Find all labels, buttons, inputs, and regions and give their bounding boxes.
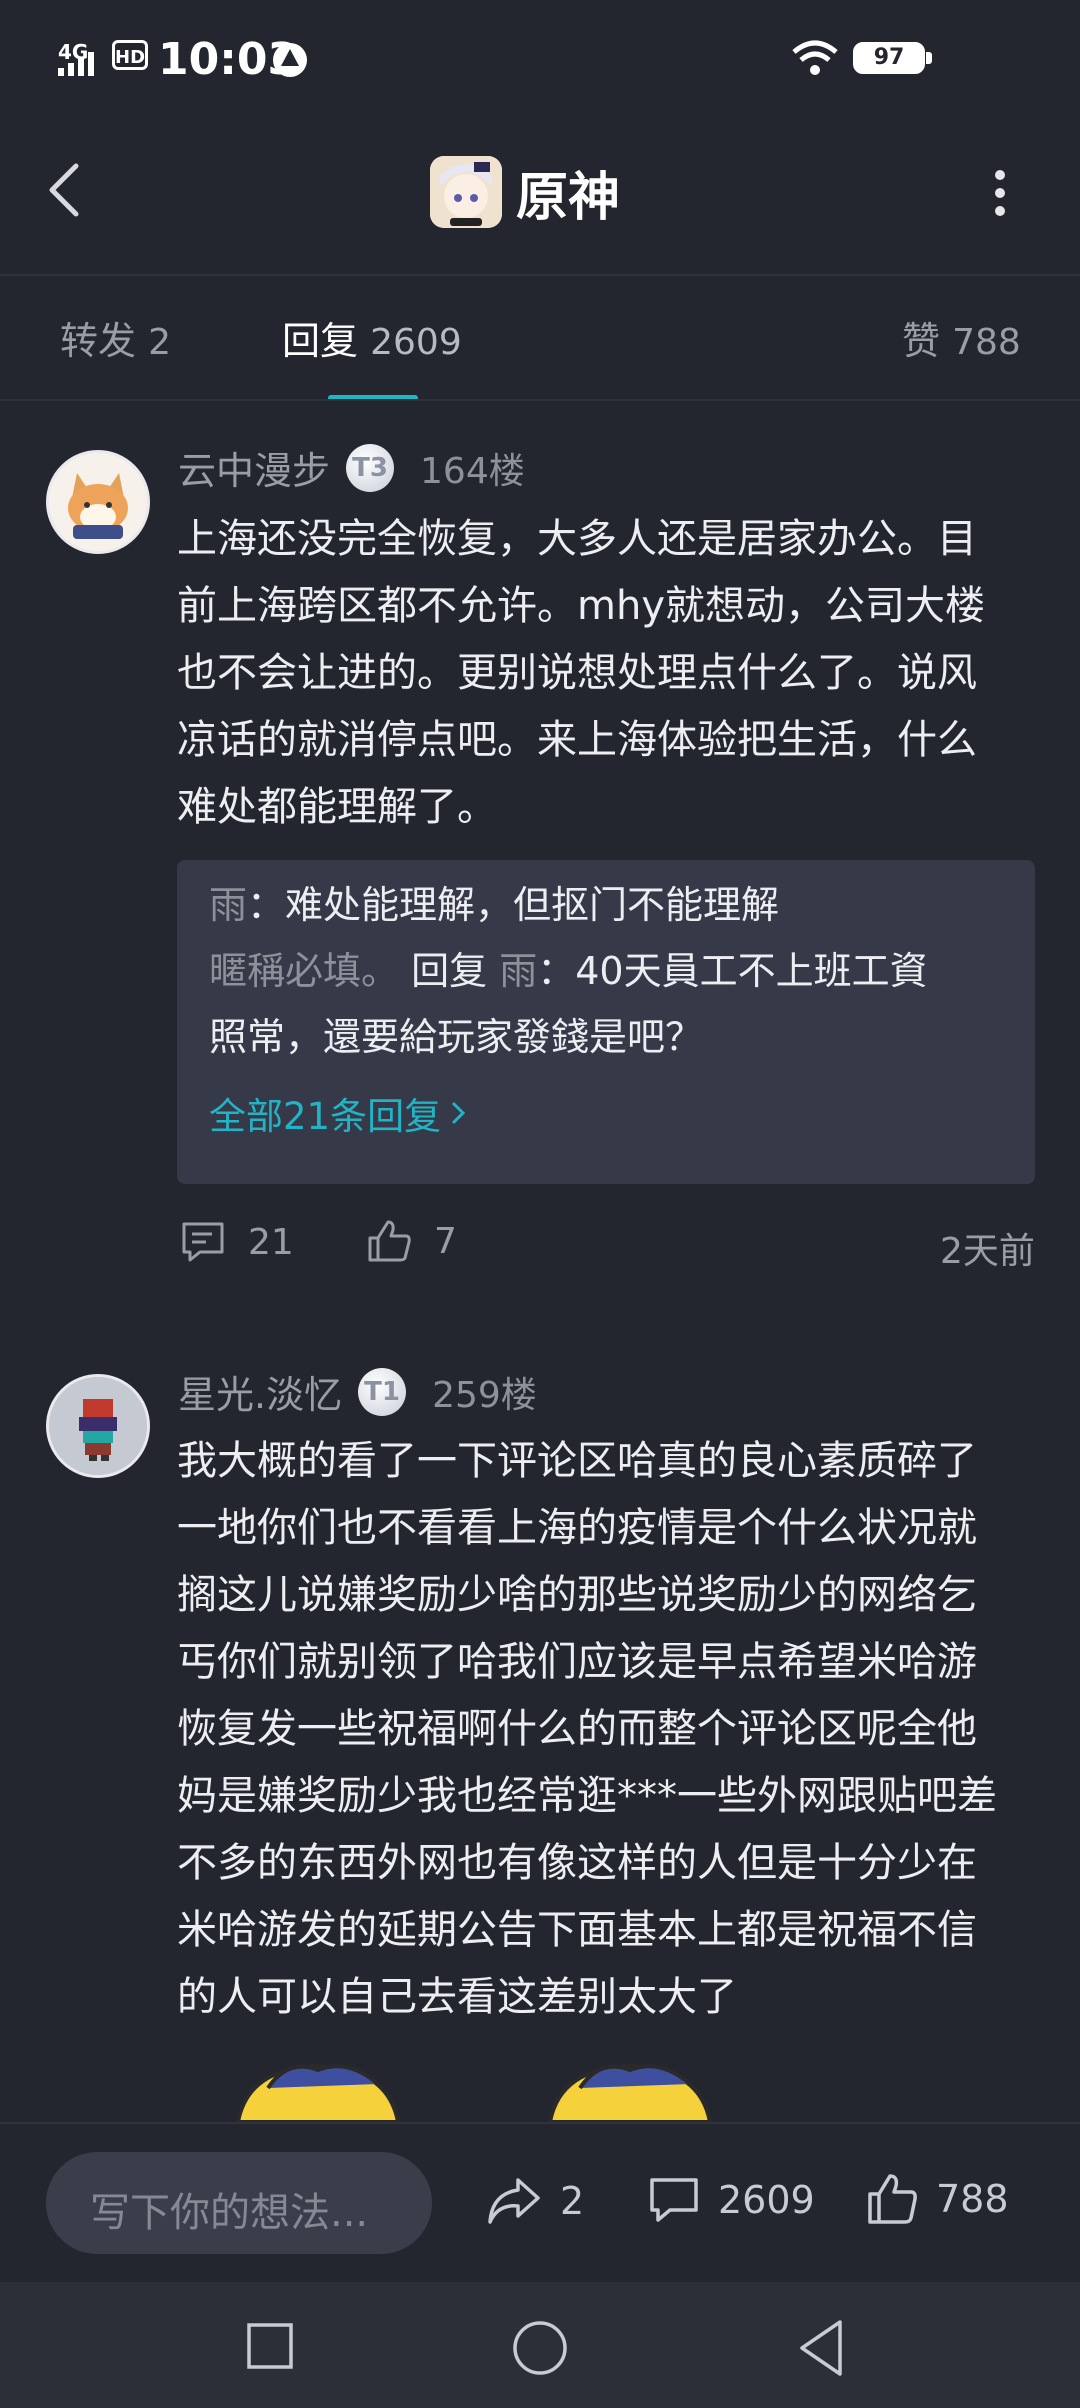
battery-icon: 97 bbox=[853, 42, 925, 74]
like-button[interactable]: 788 bbox=[866, 2172, 1009, 2226]
comment-line: 一地你们也不看看上海的疫情是个什么状况就 bbox=[177, 1505, 977, 1551]
home-icon[interactable] bbox=[512, 2320, 568, 2376]
comment-input[interactable]: 写下你的想法... bbox=[46, 2152, 432, 2254]
username[interactable]: 云中漫步 bbox=[178, 440, 330, 495]
share-count: 2 bbox=[560, 2179, 585, 2223]
comment-line: 我大概的看了一下评论区哈真的良心素质碎了 bbox=[177, 1438, 977, 1484]
floor-number: 164楼 bbox=[420, 450, 525, 492]
thumbs-up-icon bbox=[868, 2174, 917, 2224]
reply-action[interactable]: 21 bbox=[180, 1220, 294, 1264]
tab-reposts-count: 2 bbox=[148, 322, 172, 363]
comment-body[interactable]: 我大概的看了一下评论区哈真的良心素质碎了 一地你们也不看看上海的疫情是个什么状况… bbox=[177, 1428, 1037, 2031]
avatar[interactable] bbox=[46, 1374, 150, 1478]
reply-text: 难处能理解，但抠门不能理解 bbox=[285, 883, 780, 927]
tab-replies-label: 回复 bbox=[282, 319, 359, 363]
tab-reposts[interactable]: 转发 2 bbox=[60, 310, 171, 365]
comment-line: 不多的东西外网也有像这样的人但是十分少在 bbox=[177, 1840, 977, 1886]
thumbs-up-icon bbox=[368, 1220, 411, 1262]
comment-button[interactable]: 2609 bbox=[648, 2174, 815, 2226]
comment-time: 2天前 bbox=[940, 1231, 1035, 1272]
shiba-avatar-icon bbox=[49, 453, 147, 551]
floor-number: 259楼 bbox=[432, 1374, 537, 1416]
tab-likes[interactable]: 赞 788 bbox=[902, 310, 1021, 365]
like-count: 788 bbox=[936, 2177, 1009, 2221]
comment-line: 也不会让进的。更别说想处理点什么了。说风 bbox=[177, 650, 977, 696]
level-badge-icon: T1 bbox=[358, 1367, 407, 1416]
hd-badge: HD bbox=[112, 40, 148, 70]
wifi-icon bbox=[792, 40, 838, 75]
share-button[interactable]: 2 bbox=[486, 2174, 584, 2228]
comment-line: 凉话的就消停点吧。来上海体验把生活，什么 bbox=[177, 717, 977, 763]
all-replies-link[interactable]: 全部21条回复 bbox=[209, 1086, 471, 1140]
comment-line: 恢复发一些祝福啊什么的而整个评论区呢全他 bbox=[177, 1706, 977, 1752]
tab-likes-count: 788 bbox=[952, 322, 1021, 363]
reply-text: 照常，還要給玩家發錢是吧？ bbox=[209, 1015, 704, 1059]
header-divider bbox=[0, 274, 1080, 276]
character-avatar-icon bbox=[430, 156, 502, 228]
page-title: 原神 bbox=[516, 167, 621, 228]
comment-count: 2609 bbox=[718, 2178, 815, 2222]
comment-line: 搁这儿说嫌奖励少啥的那些说奖励少的网络乞 bbox=[177, 1572, 977, 1618]
reply-text: 40天員工不上班工資 bbox=[575, 949, 928, 993]
header-title-group[interactable]: 原神 bbox=[430, 152, 620, 232]
reply-author[interactable]: 暱稱必填。 bbox=[209, 949, 399, 993]
reply-item[interactable]: 雨：难处能理解，但抠门不能理解 bbox=[209, 872, 779, 938]
reply-item[interactable]: 暱稱必填。 回复 雨：40天員工不上班工資 照常，還要給玩家發錢是吧？ bbox=[209, 938, 928, 1070]
reply-word: 回复 bbox=[411, 949, 488, 993]
tab-likes-label: 赞 bbox=[902, 319, 941, 363]
status-bar: 4G HD 10:03 97 bbox=[0, 0, 1080, 120]
back-triangle-icon[interactable] bbox=[796, 2318, 846, 2378]
like-action[interactable]: 7 bbox=[366, 1218, 457, 1264]
more-options-icon[interactable] bbox=[980, 165, 1020, 221]
sticker-image[interactable] bbox=[540, 2058, 720, 2122]
reply-author[interactable]: 雨 bbox=[209, 883, 247, 927]
channel-avatar bbox=[430, 156, 502, 228]
like-count: 7 bbox=[434, 1220, 457, 1262]
chevron-right-icon bbox=[452, 1101, 466, 1125]
tabs-divider bbox=[0, 399, 1080, 401]
username[interactable]: 星光.淡忆 bbox=[178, 1364, 342, 1419]
reply-count: 21 bbox=[248, 1221, 294, 1263]
signal-icon bbox=[58, 52, 94, 76]
comment-header: 云中漫步 T3 164楼 bbox=[178, 440, 525, 495]
comment-line: 妈是嫌奖励少我也经常逛***一些外网跟贴吧差 bbox=[177, 1773, 997, 1819]
pixel-character-avatar-icon bbox=[49, 1377, 147, 1475]
reply-target[interactable]: 雨 bbox=[499, 949, 537, 993]
app-notification-icon bbox=[273, 43, 307, 77]
all-replies-label: 全部21条回复 bbox=[209, 1095, 442, 1138]
comment-line: 上海还没完全恢复，大多人还是居家办公。目 bbox=[177, 516, 977, 562]
recent-apps-icon[interactable] bbox=[246, 2322, 294, 2370]
avatar[interactable] bbox=[46, 450, 150, 554]
tab-replies[interactable]: 回复 2609 bbox=[282, 310, 462, 365]
comment-body[interactable]: 上海还没完全恢复，大多人还是居家办公。目 前上海跨区都不允许。mhy就想动，公司… bbox=[177, 506, 1037, 841]
comment-line: 前上海跨区都不允许。mhy就想动，公司大楼 bbox=[177, 583, 985, 629]
share-icon bbox=[488, 2178, 540, 2224]
tab-reposts-label: 转发 bbox=[60, 319, 137, 363]
battery-tip bbox=[926, 52, 932, 64]
comment-line: 丐你们就别领了哈我们应该是早点希望米哈游 bbox=[177, 1639, 977, 1685]
comment-line: 米哈游发的延期公告下面基本上都是祝福不信 bbox=[177, 1907, 977, 1953]
reply-preview-box[interactable]: 雨：难处能理解，但抠门不能理解 暱稱必填。 回复 雨：40天員工不上班工資 照常… bbox=[177, 860, 1035, 1184]
level-badge-icon: T3 bbox=[346, 443, 395, 492]
tab-replies-count: 2609 bbox=[370, 322, 462, 363]
comment-line: 难处都能理解了。 bbox=[177, 784, 497, 830]
comment-icon bbox=[650, 2178, 698, 2222]
comment-line: 的人可以自己去看这差别太大了 bbox=[177, 1974, 737, 2020]
sticker-image[interactable] bbox=[228, 2058, 408, 2122]
input-placeholder: 写下你的想法... bbox=[90, 2190, 369, 2236]
comment-icon bbox=[182, 1222, 224, 1262]
back-arrow-icon[interactable] bbox=[42, 160, 86, 220]
comment-header: 星光.淡忆 T1 259楼 bbox=[178, 1364, 537, 1419]
